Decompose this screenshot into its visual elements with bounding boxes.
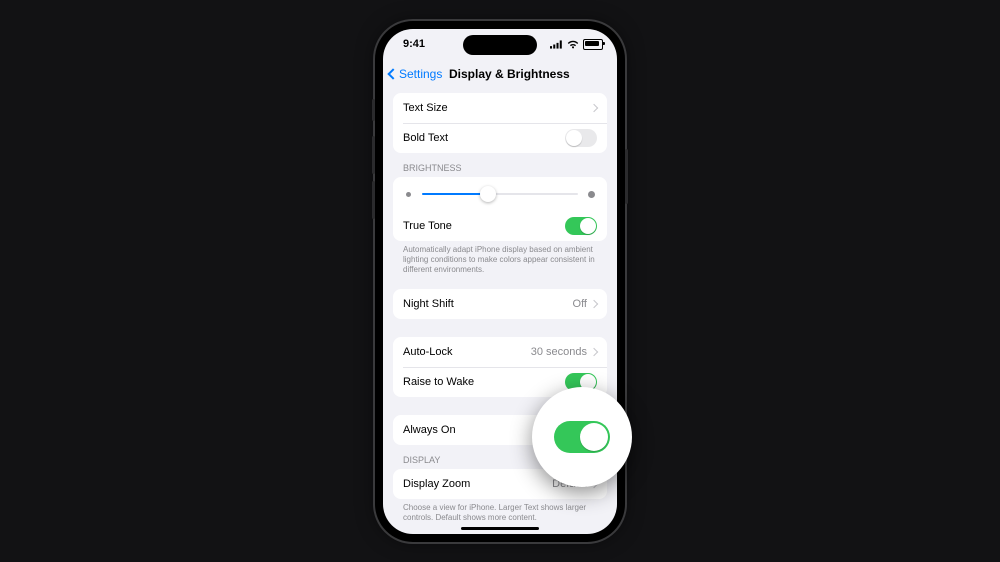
home-indicator[interactable] xyxy=(461,527,539,530)
footer-display-zoom: Choose a view for iPhone. Larger Text sh… xyxy=(383,499,617,523)
chevron-right-icon xyxy=(590,300,598,308)
clock: 9:41 xyxy=(403,38,425,50)
row-auto-lock[interactable]: Auto-Lock 30 seconds xyxy=(393,337,607,367)
sun-small-icon xyxy=(403,189,414,200)
row-bold-text[interactable]: Bold Text xyxy=(393,123,607,153)
back-button[interactable]: Settings xyxy=(389,67,442,81)
callout-always-on-toggle xyxy=(532,387,632,487)
sun-large-icon xyxy=(586,189,597,200)
nav-bar: Settings Display & Brightness xyxy=(383,61,617,91)
row-true-tone[interactable]: True Tone xyxy=(393,211,607,241)
header-brightness: BRIGHTNESS xyxy=(383,153,617,177)
chevron-right-icon xyxy=(590,104,598,112)
page-title: Display & Brightness xyxy=(449,67,570,81)
chevron-right-icon xyxy=(590,348,598,356)
toggle-true-tone[interactable] xyxy=(565,217,597,235)
brightness-slider[interactable] xyxy=(393,177,607,211)
back-label: Settings xyxy=(399,67,442,81)
wifi-icon xyxy=(567,40,579,49)
row-text-size[interactable]: Text Size xyxy=(393,93,607,123)
slider-track[interactable] xyxy=(422,193,578,195)
chevron-left-icon xyxy=(387,68,398,79)
footer-true-tone: Automatically adapt iPhone display based… xyxy=(383,241,617,275)
cellular-icon xyxy=(550,40,563,49)
row-night-shift[interactable]: Night Shift Off xyxy=(393,289,607,319)
battery-icon xyxy=(583,39,603,50)
slider-knob[interactable] xyxy=(480,186,496,202)
dynamic-island xyxy=(463,35,537,55)
toggle-always-on-magnified[interactable] xyxy=(554,421,610,453)
toggle-bold-text[interactable] xyxy=(565,129,597,147)
